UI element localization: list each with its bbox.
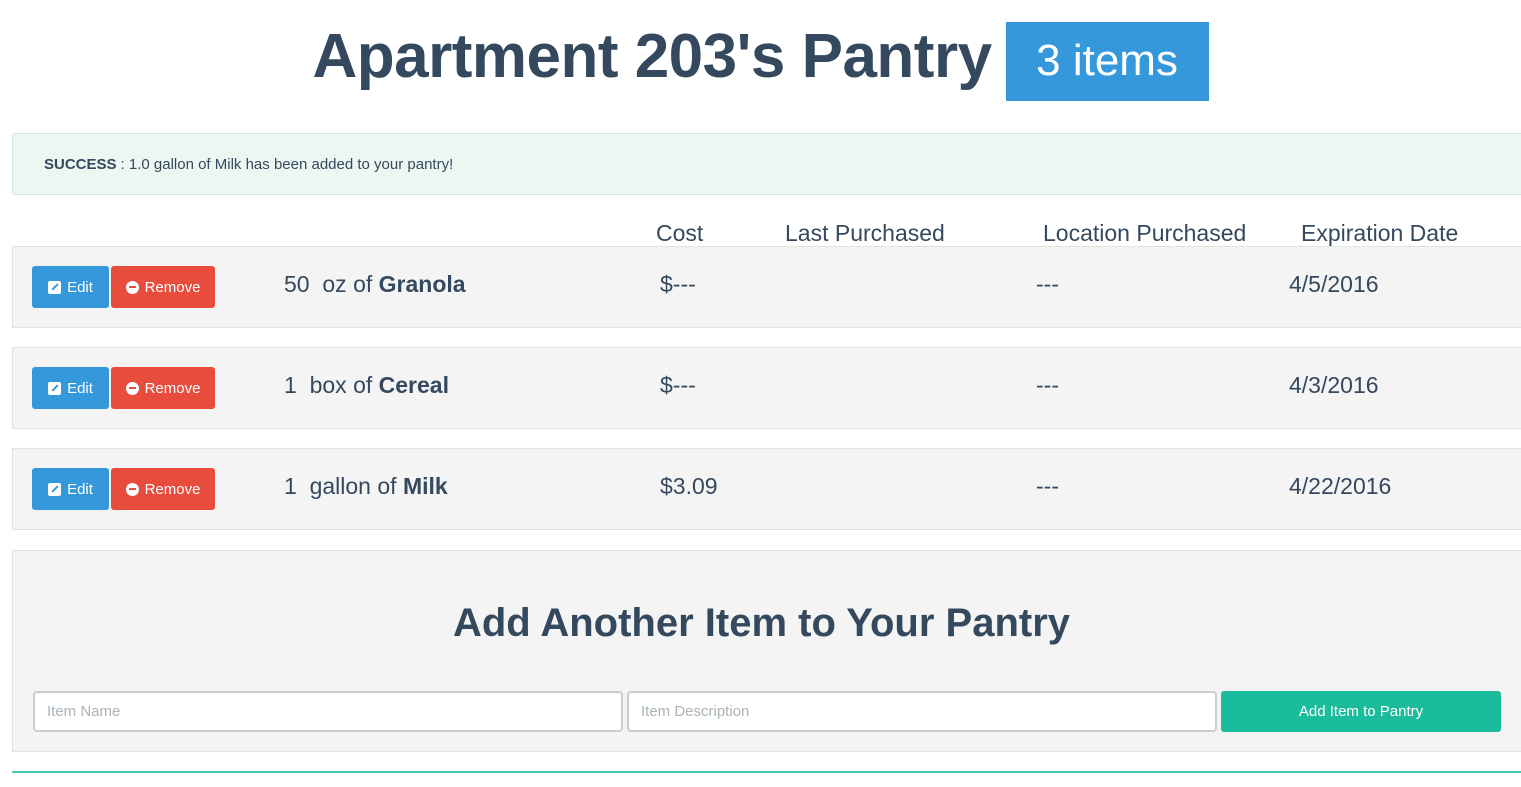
remove-label: Remove <box>144 278 201 296</box>
item-name: Granola <box>378 271 466 297</box>
pantry-item-row: Edit Remove 1 gallon of Milk $3.09 --- 4… <box>12 448 1521 530</box>
item-name: Cereal <box>378 372 449 398</box>
item-cost: $3.09 <box>660 473 718 499</box>
item-cost: $--- <box>660 372 696 398</box>
remove-label: Remove <box>144 379 201 397</box>
success-alert: SUCCESS : 1.0 gallon of Milk has been ad… <box>12 133 1521 195</box>
item-location: --- <box>1036 271 1059 297</box>
item-of: of <box>353 271 373 297</box>
column-header-last-purchased: Last Purchased <box>785 220 945 246</box>
pantry-page: Apartment 203's Pantry 3 items SUCCESS :… <box>0 0 1521 787</box>
item-cost: $--- <box>660 271 696 297</box>
add-item-title: Add Another Item to Your Pantry <box>452 601 1071 645</box>
item-name-input[interactable] <box>33 691 623 732</box>
edit-button[interactable]: Edit <box>32 468 109 510</box>
pencil-icon <box>48 482 62 496</box>
item-quantity: 1 <box>284 372 297 398</box>
add-item-panel: Add Another Item to Your Pantry Add Item… <box>12 550 1521 752</box>
pantry-item-row: Edit Remove 50 oz of Granola $--- --- 4/… <box>12 246 1521 328</box>
item-description: 50 oz of Granola <box>284 271 466 298</box>
item-description: 1 gallon of Milk <box>284 473 448 500</box>
add-item-button[interactable]: Add Item to Pantry <box>1221 691 1501 732</box>
pencil-icon <box>48 381 62 395</box>
remove-button[interactable]: Remove <box>111 266 215 308</box>
item-expiration: 4/3/2016 <box>1289 372 1379 398</box>
edit-label: Edit <box>67 278 93 296</box>
pantry-item-row: Edit Remove 1 box of Cereal $--- --- 4/3… <box>12 347 1521 429</box>
remove-label: Remove <box>144 480 201 498</box>
item-description: 1 box of Cereal <box>284 372 449 399</box>
item-name: Milk <box>402 473 448 499</box>
item-expiration: 4/5/2016 <box>1289 271 1379 297</box>
minus-circle-icon <box>125 280 139 294</box>
column-header-location-purchased: Location Purchased <box>1043 220 1247 246</box>
page-title: Apartment 203's Pantry <box>312 22 992 91</box>
minus-circle-icon <box>125 482 139 496</box>
item-count-badge: 3 items <box>1005 21 1209 101</box>
item-unit: box <box>309 372 347 398</box>
item-expiration: 4/22/2016 <box>1289 473 1392 499</box>
item-location: --- <box>1036 473 1059 499</box>
edit-label: Edit <box>67 379 93 397</box>
alert-message: : 1.0 gallon of Milk has been added to y… <box>120 155 454 173</box>
minus-circle-icon <box>125 381 139 395</box>
item-location: --- <box>1036 372 1059 398</box>
item-unit: gallon <box>309 473 371 499</box>
alert-label: SUCCESS <box>44 155 117 173</box>
column-header-expiration-date: Expiration Date <box>1301 220 1459 246</box>
edit-button[interactable]: Edit <box>32 266 109 308</box>
remove-button[interactable]: Remove <box>111 367 215 409</box>
footer-divider <box>12 771 1521 773</box>
item-of: of <box>353 372 373 398</box>
edit-label: Edit <box>67 480 93 498</box>
item-description-input[interactable] <box>627 691 1217 732</box>
remove-button[interactable]: Remove <box>111 468 215 510</box>
item-unit: oz <box>322 271 347 297</box>
pencil-icon <box>48 280 62 294</box>
item-quantity: 1 <box>284 473 297 499</box>
page-header: Apartment 203's Pantry 3 items <box>0 21 1521 101</box>
edit-button[interactable]: Edit <box>32 367 109 409</box>
item-of: of <box>377 473 397 499</box>
column-header-cost: Cost <box>656 220 704 246</box>
item-quantity: 50 <box>284 271 310 297</box>
